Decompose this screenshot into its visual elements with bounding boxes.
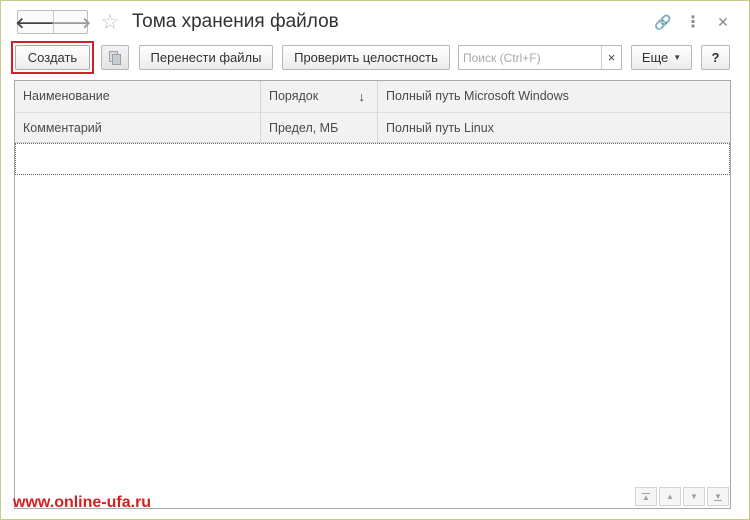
help-button[interactable]: ? [701, 45, 730, 70]
page-title: Тома хранения файлов [132, 11, 339, 32]
copy-icon [109, 50, 121, 65]
scroll-first-button[interactable]: ▲ [635, 487, 657, 506]
arrow-right-icon: 🡒 [50, 14, 92, 32]
create-button[interactable]: Создать [15, 45, 90, 70]
table-row-selected-empty[interactable] [15, 143, 730, 175]
search-clear-icon[interactable]: × [601, 46, 621, 69]
table-scroll-controls: ▲ ▲ ▼ ▼ [635, 487, 729, 506]
column-header-limit[interactable]: Предел, МБ [261, 112, 378, 143]
link-icon[interactable]: 🔗 [653, 12, 673, 32]
scroll-down-button[interactable]: ▼ [683, 487, 705, 506]
watermark-text: www.online-ufa.ru [13, 494, 152, 511]
column-header-order[interactable]: Порядок ↓ [261, 81, 378, 112]
volumes-table: Наименование Порядок ↓ Полный путь Micro… [14, 80, 731, 509]
column-header-comment[interactable]: Комментарий [15, 112, 261, 143]
scroll-up-button[interactable]: ▲ [659, 487, 681, 506]
title-bar: 🡐 🡒 ☆ Тома хранения файлов 🔗 ⋮ ✕ [1, 1, 749, 41]
last-icon: ▼ [714, 491, 722, 501]
history-nav: 🡐 🡒 [15, 10, 92, 34]
scroll-last-button[interactable]: ▼ [707, 487, 729, 506]
search-input[interactable] [459, 46, 601, 69]
more-button-label: Еще [641, 50, 669, 65]
chevron-down-icon: ▼ [690, 492, 698, 501]
chevron-down-icon: ▼ [673, 53, 682, 62]
more-vertical-icon[interactable]: ⋮ [683, 12, 703, 32]
copy-button[interactable] [101, 45, 129, 70]
search-box: × [458, 45, 622, 70]
sort-descending-icon: ↓ [358, 89, 366, 104]
check-integrity-button[interactable]: Проверить целостность [282, 45, 450, 70]
arrow-left-icon: 🡐 [15, 14, 56, 32]
back-button[interactable]: 🡐 [15, 11, 56, 33]
more-button[interactable]: Еще ▼ [631, 45, 692, 70]
dialog-window: 🡐 🡒 ☆ Тома хранения файлов 🔗 ⋮ ✕ Создать… [0, 0, 750, 520]
column-header-name[interactable]: Наименование [15, 81, 261, 112]
table-header: Наименование Порядок ↓ Полный путь Micro… [15, 81, 730, 143]
first-icon: ▲ [642, 492, 650, 502]
chevron-up-icon: ▲ [666, 492, 674, 501]
close-icon[interactable]: ✕ [713, 12, 733, 32]
move-files-button[interactable]: Перенести файлы [139, 45, 273, 70]
column-header-linux-path[interactable]: Полный путь Linux [378, 112, 730, 143]
forward-button[interactable]: 🡒 [50, 11, 92, 33]
favorite-star-icon[interactable]: ☆ [98, 10, 122, 34]
table-body[interactable] [15, 143, 730, 485]
column-header-windows-path[interactable]: Полный путь Microsoft Windows [378, 81, 730, 112]
